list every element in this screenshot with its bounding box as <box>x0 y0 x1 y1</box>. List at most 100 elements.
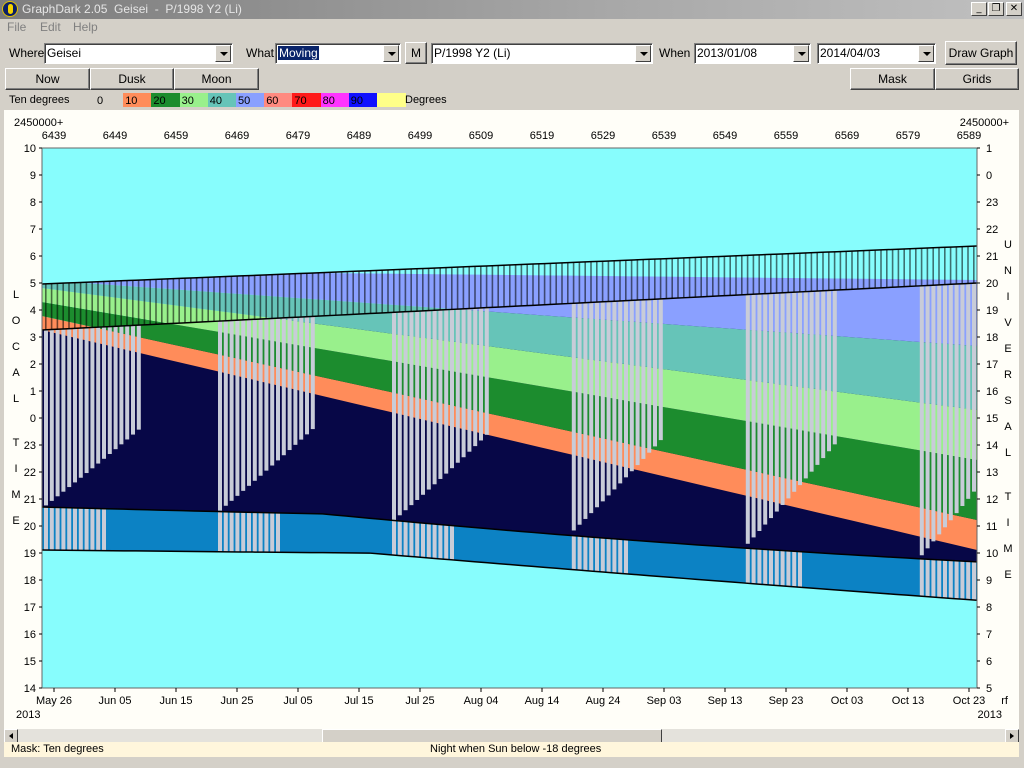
band-stripe <box>207 277 209 322</box>
menu-edit[interactable]: Edit <box>40 20 61 34</box>
band-stripe <box>758 254 760 295</box>
moonlit-bar <box>432 310 437 485</box>
now-button[interactable]: Now <box>5 68 90 90</box>
date-tick-label: Aug 04 <box>464 695 499 707</box>
legend-swatch-label: 20 <box>153 95 166 107</box>
band-stripe <box>143 279 146 325</box>
band-stripe <box>358 271 360 315</box>
ut-tick-label: 16 <box>986 386 998 398</box>
scroll-left-button[interactable] <box>4 729 18 743</box>
chevron-down-icon[interactable] <box>635 45 651 62</box>
m-button[interactable]: M <box>405 42 427 64</box>
chevron-down-icon[interactable] <box>383 45 399 62</box>
year-right: 2013 <box>978 709 1002 721</box>
grids-button[interactable]: Grids <box>935 68 1019 90</box>
universal-time-title-letter: I <box>1006 517 1009 529</box>
status-bar: Mask: Ten degrees Night when Sun below -… <box>4 742 1019 757</box>
moon-button[interactable]: Moon <box>174 68 259 90</box>
ut-tick-label: 22 <box>986 224 998 236</box>
moonlit-bar <box>67 328 72 488</box>
legend-swatch: 40 <box>207 93 237 107</box>
ut-tick-label: 1 <box>986 143 992 155</box>
moonlit-bar <box>943 284 947 528</box>
scroll-thumb[interactable] <box>322 729 662 743</box>
date-tick-label: Oct 03 <box>831 695 863 707</box>
where-value: Geisei <box>47 46 82 60</box>
band-stripe <box>306 273 308 317</box>
object-value: P/1998 Y2 (Li) <box>434 46 511 60</box>
moonlit-bar <box>479 308 483 441</box>
object-select[interactable]: P/1998 Y2 (Li) <box>431 43 653 64</box>
chevron-down-icon[interactable] <box>918 45 934 62</box>
universal-time-title-letter: R <box>1004 369 1012 381</box>
moonlit-bar <box>821 290 826 459</box>
jd-tick-label: 6579 <box>896 130 920 142</box>
twilight-moon-bar <box>966 561 971 600</box>
mask-button[interactable]: Mask <box>850 68 935 90</box>
minimize-button[interactable]: _ <box>971 2 987 16</box>
band-stripe <box>746 255 749 295</box>
draw-graph-button[interactable]: Draw Graph <box>945 41 1017 65</box>
end-date-select[interactable]: 2014/04/03 <box>817 43 936 64</box>
date-tick-label: Jun 25 <box>220 695 253 707</box>
twilight-moon-bar <box>769 549 773 585</box>
band-stripe <box>497 265 499 308</box>
local-time-tick-label: 21 <box>24 494 36 506</box>
band-stripe <box>549 263 552 305</box>
menu-bar: File Edit Help <box>0 19 1024 37</box>
twilight-moon-bar <box>450 525 454 560</box>
where-select[interactable]: Geisei <box>44 43 233 64</box>
local-time-title-letter: A <box>12 367 20 379</box>
jd-tick-label: 6479 <box>286 130 310 142</box>
band-stripe <box>352 271 354 315</box>
app-icon[interactable] <box>2 1 18 17</box>
dusk-button[interactable]: Dusk <box>90 68 174 90</box>
moonlit-bar <box>270 318 275 466</box>
band-stripe <box>851 251 853 290</box>
restore-button[interactable]: ❐ <box>988 2 1004 16</box>
start-date-value: 2013/01/08 <box>697 46 758 60</box>
moonlit-bar <box>658 298 663 441</box>
twilight-moon-bar <box>264 512 269 553</box>
local-time-tick-label: 3 <box>30 332 36 344</box>
band-stripe <box>132 280 134 326</box>
moonlit-bar <box>589 302 594 514</box>
date-tick-label: Oct 23 <box>953 695 985 707</box>
band-stripe <box>520 264 523 306</box>
twilight-moon-bar <box>392 520 396 555</box>
start-date-select[interactable]: 2013/01/08 <box>694 43 811 64</box>
band-stripe <box>439 267 441 311</box>
band-stripe <box>224 276 227 321</box>
menu-file[interactable]: File <box>7 20 26 34</box>
chevron-down-icon[interactable] <box>215 45 231 62</box>
date-tick-label: Jul 25 <box>405 695 434 707</box>
twilight-moon-bar <box>61 507 66 551</box>
universal-time-title-letter: U <box>1004 239 1012 251</box>
band-stripe <box>300 273 302 318</box>
legend-swatch: 10 <box>123 93 153 107</box>
what-select[interactable]: Moving <box>275 43 401 64</box>
moonlit-bar <box>937 285 942 535</box>
moonlit-bar <box>102 326 106 459</box>
twilight-moon-bar <box>792 551 797 587</box>
band-stripe <box>578 262 581 304</box>
scroll-right-button[interactable] <box>1005 729 1019 743</box>
legend-swatch-label: 50 <box>238 95 251 107</box>
horizontal-scrollbar[interactable] <box>4 729 1019 743</box>
moonlit-bar <box>229 320 234 501</box>
local-time-tick-label: 4 <box>30 305 36 317</box>
moonlit-bar <box>287 317 292 451</box>
band-stripe <box>920 248 923 286</box>
close-button[interactable]: ✕ <box>1006 2 1022 16</box>
chevron-down-icon[interactable] <box>793 45 809 62</box>
moonlit-bar <box>218 321 222 511</box>
menu-help[interactable]: Help <box>73 20 98 34</box>
band-stripe <box>108 281 111 327</box>
band-stripe <box>184 278 186 323</box>
band-stripe <box>625 260 627 301</box>
local-time-tick-label: 17 <box>24 602 36 614</box>
band-stripe <box>717 256 720 297</box>
twilight-moon-bar <box>589 536 594 571</box>
twilight-moon-bar <box>943 560 947 598</box>
moonlit-bar <box>276 318 280 461</box>
